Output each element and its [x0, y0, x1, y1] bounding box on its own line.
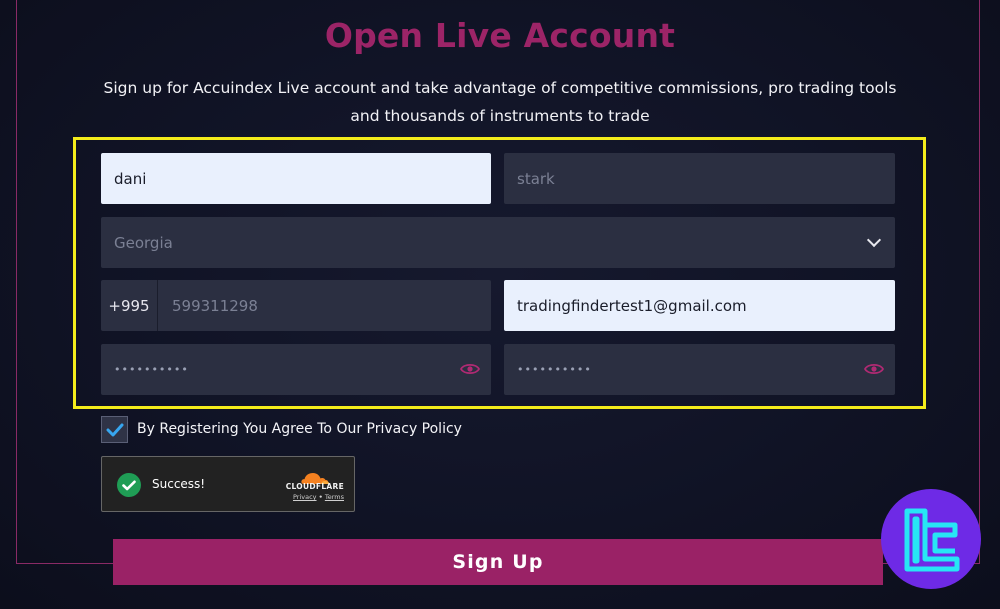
sign-up-button[interactable]: Sign Up [113, 539, 883, 585]
checkmark-icon [106, 423, 123, 436]
country-select[interactable]: Georgia [101, 217, 895, 268]
page-title: Open Live Account [324, 16, 676, 55]
phone-code-value: +995 [108, 296, 150, 315]
password-mask: •••••••••• [114, 363, 189, 376]
last-name-placeholder: stark [517, 169, 555, 188]
captcha-brand: CLOUDFLARE [285, 482, 344, 491]
captcha-terms-link[interactable]: Terms [325, 493, 344, 501]
subtitle-line-1: Sign up for Accuindex Live account and t… [103, 79, 897, 97]
tradingfinder-logo-icon [904, 508, 960, 572]
phone-input[interactable]: +995 599311298 [101, 280, 491, 331]
check-circle-icon [117, 473, 141, 497]
cloudflare-captcha-widget[interactable]: Success! CLOUDFLARE Privacy • Terms [101, 456, 355, 512]
captcha-links-separator: • [318, 493, 323, 501]
country-selected-value: Georgia [114, 233, 173, 252]
first-name-value: dani [114, 169, 147, 188]
page-subtitle: Sign up for Accuindex Live account and t… [100, 74, 900, 130]
password-input[interactable]: •••••••••• [101, 344, 491, 395]
eye-icon[interactable] [460, 361, 480, 377]
chevron-down-icon [866, 232, 882, 248]
email-input[interactable]: tradingfindertest1@gmail.com [504, 280, 895, 331]
privacy-policy-checkbox[interactable] [101, 416, 128, 443]
privacy-policy-label: By Registering You Agree To Our Privacy … [137, 421, 462, 437]
captcha-status: Success! [152, 477, 206, 491]
phone-placeholder: 599311298 [172, 296, 258, 315]
captcha-privacy-link[interactable]: Privacy [293, 493, 317, 501]
phone-country-code[interactable]: +995 [101, 280, 158, 331]
subtitle-line-2: and thousands of instruments to trade [350, 107, 650, 125]
confirm-password-input[interactable]: •••••••••• [504, 344, 895, 395]
captcha-links: Privacy • Terms [278, 493, 344, 501]
confirm-password-mask: •••••••••• [517, 363, 592, 376]
email-value: tradingfindertest1@gmail.com [517, 296, 747, 315]
first-name-input[interactable]: dani [101, 153, 491, 204]
eye-icon[interactable] [864, 361, 884, 377]
tradingfinder-logo-badge [881, 489, 981, 589]
last-name-input[interactable]: stark [504, 153, 895, 204]
